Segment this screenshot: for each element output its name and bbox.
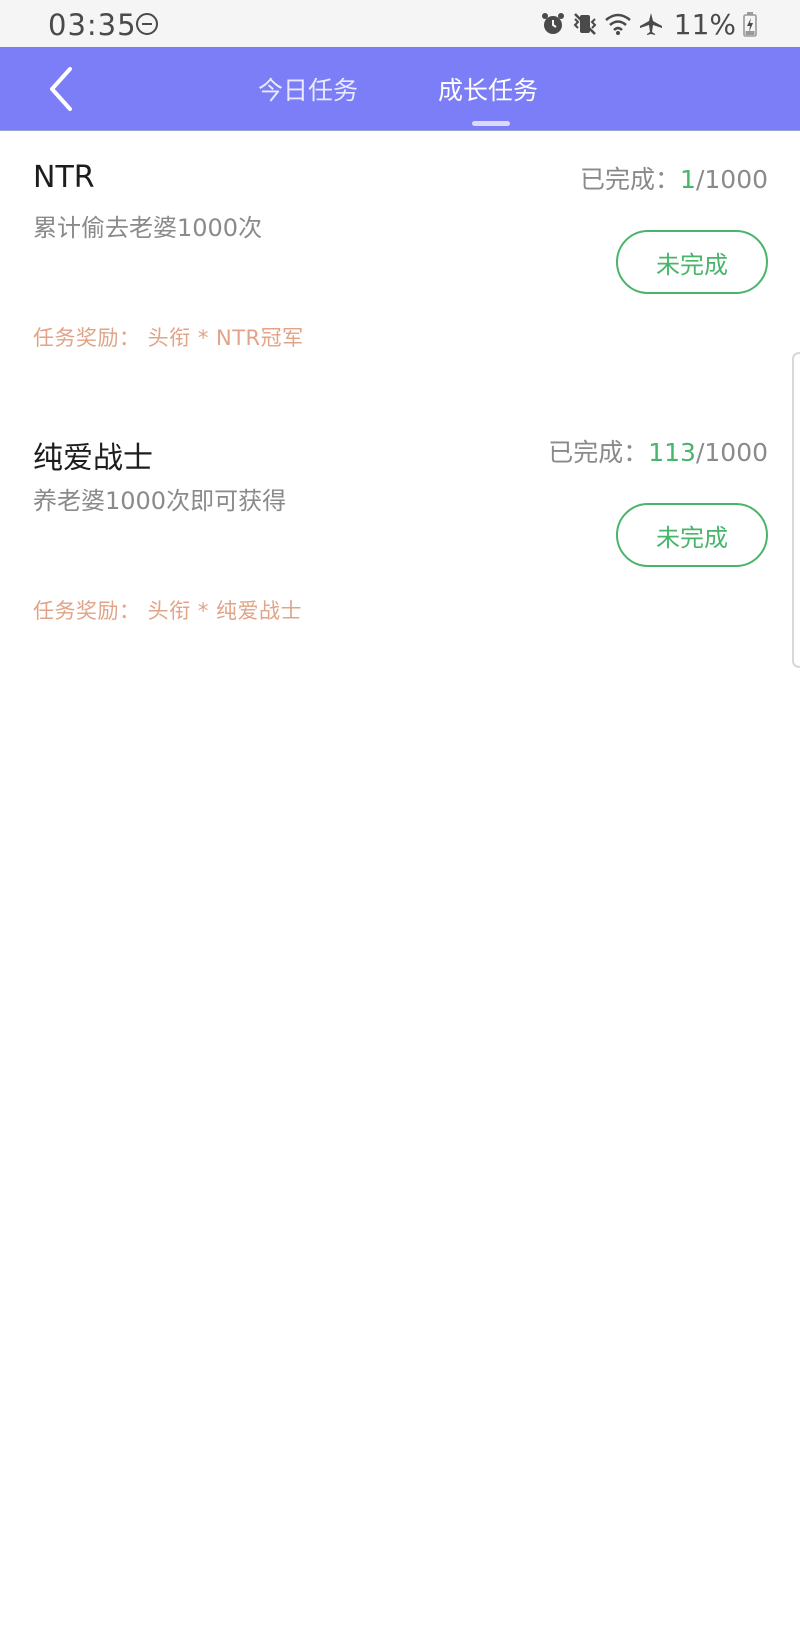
status-time: 03:35 — [48, 8, 137, 42]
task-status-button[interactable]: 未完成 — [616, 503, 768, 567]
app-bar: 今日任务 成长任务 — [0, 47, 800, 131]
back-button[interactable] — [40, 61, 86, 117]
alarm-icon — [541, 13, 564, 34]
progress-done: 1 — [680, 165, 696, 194]
battery-charging-icon — [743, 12, 757, 37]
progress-total: /1000 — [695, 165, 768, 194]
task-title: NTR — [33, 160, 95, 195]
battery-percentage: 11% — [673, 7, 736, 41]
status-icons: 11% — [540, 7, 758, 41]
progress-label: 已完成： — [548, 438, 649, 467]
task-reward: 任务奖励： 头衔 * 纯爱战士 — [33, 599, 303, 623]
task-progress: 已完成：113/1000 — [548, 433, 768, 469]
active-tab-indicator — [472, 121, 510, 126]
task-reward: 任务奖励： 头衔 * NTR冠军 — [33, 326, 304, 350]
task-description: 累计偷去老婆1000次 — [33, 214, 263, 242]
task-item: 纯爱战士 养老婆1000次即可获得 已完成：113/1000 未完成 任务奖励：… — [0, 423, 800, 643]
airplane-icon — [639, 13, 662, 35]
do-not-disturb-icon — [136, 13, 158, 35]
task-item: NTR 累计偷去老婆1000次 已完成：1/1000 未完成 任务奖励： 头衔 … — [0, 150, 800, 370]
tab-today-tasks[interactable]: 今日任务 — [258, 71, 358, 107]
progress-done: 113 — [648, 438, 696, 467]
task-title: 纯爱战士 — [33, 441, 153, 476]
wifi-icon — [604, 13, 631, 35]
progress-total: /1000 — [695, 438, 768, 467]
vibrate-mute-icon — [573, 13, 597, 35]
edge-panel-handle[interactable] — [792, 352, 800, 668]
task-progress: 已完成：1/1000 — [580, 160, 768, 196]
tab-growth-tasks[interactable]: 成长任务 — [438, 71, 538, 107]
task-status-button[interactable]: 未完成 — [616, 230, 768, 294]
status-bar: 03:35 11% — [0, 0, 800, 47]
task-description: 养老婆1000次即可获得 — [33, 487, 287, 515]
progress-label: 已完成： — [580, 165, 681, 194]
